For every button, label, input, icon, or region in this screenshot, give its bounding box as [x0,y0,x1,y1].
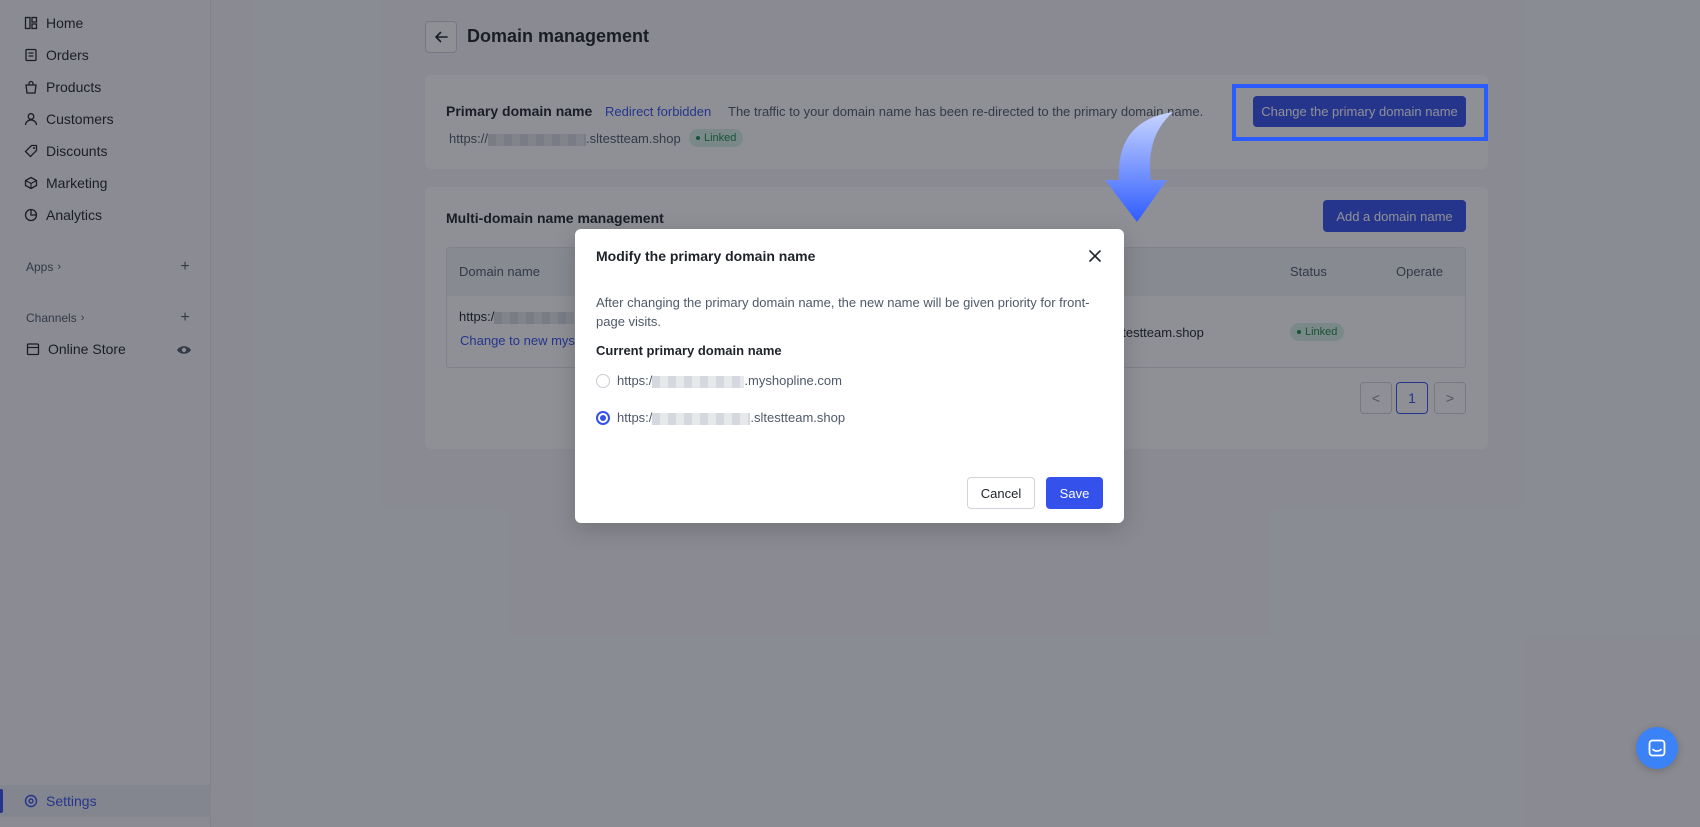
domain-option-sltestteam[interactable]: https:/ .sltestteam.shop [596,410,845,425]
redacted-text [652,412,751,425]
current-domain-label: Current primary domain name [596,343,782,358]
highlight-box [1232,84,1488,141]
domain-option-myshopline[interactable]: https:/ .myshopline.com [596,373,842,388]
dialog-title: Modify the primary domain name [596,248,816,264]
save-button[interactable]: Save [1046,477,1103,509]
url-prefix: https:/ [617,373,653,388]
radio-button[interactable] [596,373,610,388]
cancel-button[interactable]: Cancel [967,477,1035,509]
arrow-down-icon [1105,112,1173,222]
dialog-description: After changing the primary domain name, … [596,295,1090,329]
modify-primary-domain-dialog: Modify the primary domain name After cha… [575,229,1124,523]
redacted-text [652,375,745,388]
chat-icon [1648,739,1666,757]
close-icon[interactable] [1085,246,1105,266]
option-label: https:/ .myshopline.com [617,373,842,388]
url-suffix: .sltestteam.shop [750,410,846,425]
radio-button-checked[interactable] [596,410,610,425]
url-prefix: https:/ [617,410,653,425]
chat-support-button[interactable] [1636,727,1678,769]
option-label: https:/ .sltestteam.shop [617,410,845,425]
url-suffix: .myshopline.com [744,373,842,388]
